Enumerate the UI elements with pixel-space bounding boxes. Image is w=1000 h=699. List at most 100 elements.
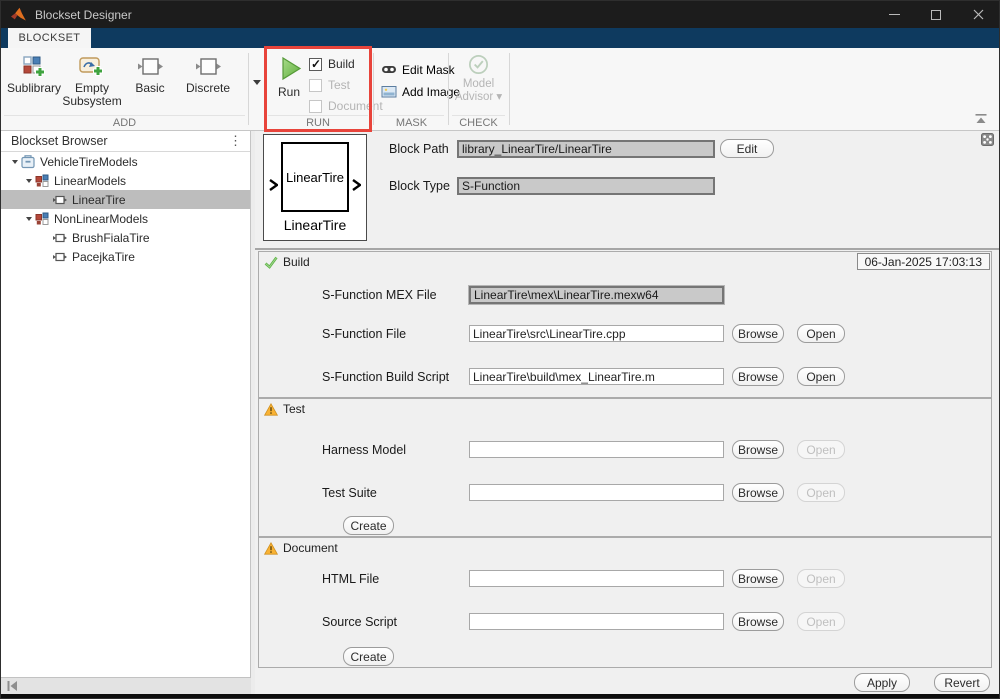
section-check: Model Advisor ▾ CHECK (449, 48, 508, 130)
sublibrary-label: Sublibrary (7, 82, 61, 95)
revert-button[interactable]: Revert (934, 673, 990, 692)
html-file-browse-button[interactable]: Browse (732, 569, 784, 588)
build-section: Build 06-Jan-2025 17:03:13 S-Function ME… (258, 251, 992, 398)
blockset-browser-title: Blockset Browser (11, 134, 108, 148)
tree-item-lineartire[interactable]: LinearTire (1, 190, 250, 209)
add-gallery-expand-button[interactable] (250, 48, 263, 116)
expand-arrow-icon[interactable] (23, 179, 35, 183)
build-checkbox-label: Build (328, 57, 355, 71)
edit-block-path-button[interactable]: Edit (720, 139, 774, 158)
empty-subsystem-button[interactable]: Empty Subsystem (63, 52, 121, 108)
mex-file-field: LinearTire\mex\LinearTire.mexw64 (469, 286, 724, 304)
harness-model-browse-button[interactable]: Browse (732, 440, 784, 459)
sublibrary-icon (35, 174, 49, 188)
build-script-open-button[interactable]: Open (797, 367, 845, 386)
test-suite-field[interactable] (469, 484, 724, 501)
maximize-button[interactable] (915, 1, 957, 28)
close-button[interactable] (957, 1, 999, 28)
tab-blockset[interactable]: BLOCKSET (8, 28, 91, 48)
harness-model-field[interactable] (469, 441, 724, 458)
create-document-button[interactable]: Create (343, 647, 394, 666)
sublibrary-button[interactable]: Sublibrary (5, 52, 63, 108)
tree-label: NonLinearModels (54, 212, 148, 226)
collapse-ribbon-button[interactable] (974, 112, 988, 124)
window-bottom-border (1, 694, 999, 698)
edit-mask-label: Edit Mask (402, 63, 455, 77)
section-mask-label: MASK (379, 115, 444, 129)
section-add: Sublibrary Empty Subsystem (1, 48, 248, 130)
source-script-browse-button[interactable]: Browse (732, 612, 784, 631)
harness-model-label: Harness Model (322, 443, 469, 457)
library-icon (21, 155, 35, 169)
build-timestamp: 06-Jan-2025 17:03:13 (857, 253, 990, 270)
ribbon-toolbar: Sublibrary Empty Subsystem (1, 48, 999, 131)
expand-arrow-icon[interactable] (23, 217, 35, 221)
source-script-open-button: Open (797, 612, 845, 631)
toolbar-divider (509, 53, 510, 125)
tree-item-nonlinearmodels[interactable]: NonLinearModels (1, 209, 250, 228)
apply-button[interactable]: Apply (854, 673, 910, 692)
minimize-button[interactable] (873, 1, 915, 28)
test-checkbox (309, 79, 322, 92)
test-checkbox-label: Test (328, 78, 350, 92)
source-script-field[interactable] (469, 613, 724, 630)
warning-icon (264, 403, 278, 416)
sfunction-file-open-button[interactable]: Open (797, 324, 845, 343)
basic-block-button[interactable]: Basic (121, 52, 179, 108)
tree-item-linearmodels[interactable]: LinearModels (1, 171, 250, 190)
sfunction-file-browse-button[interactable]: Browse (732, 324, 784, 343)
block-preview-text: LinearTire (286, 170, 344, 185)
test-section-title: Test (283, 402, 305, 416)
run-label: Run (278, 85, 300, 99)
basic-block-label: Basic (135, 82, 164, 95)
output-port-icon (352, 179, 361, 191)
section-run: Run Build Test Document RUN (265, 48, 371, 130)
panel-actions-icon[interactable] (981, 133, 994, 151)
discrete-block-label: Discrete (186, 82, 230, 95)
test-suite-browse-button[interactable]: Browse (732, 483, 784, 502)
sfunction-file-field[interactable] (469, 325, 724, 342)
mask-icon (381, 62, 397, 77)
discrete-block-button[interactable]: Discrete (179, 52, 237, 108)
divider (255, 248, 999, 250)
document-section: Document HTML File Browse Open Source Sc… (258, 537, 992, 668)
section-mask: Edit Mask Add Image MASK (376, 48, 447, 130)
create-test-button[interactable]: Create (343, 516, 394, 535)
edit-mask-button[interactable]: Edit Mask (381, 62, 455, 77)
html-file-field[interactable] (469, 570, 724, 587)
block-preview: LinearTire LinearTire (263, 134, 367, 241)
discrete-block-icon (194, 54, 222, 80)
minimize-icon (889, 14, 900, 15)
build-script-browse-button[interactable]: Browse (732, 367, 784, 386)
collapse-panel-icon[interactable] (5, 679, 19, 693)
tree-item-brushfialatire[interactable]: BrushFialaTire (1, 228, 250, 247)
input-port-icon (269, 179, 278, 191)
build-script-field[interactable] (469, 368, 724, 385)
test-suite-open-button: Open (797, 483, 845, 502)
model-advisor-caret-icon: ▾ (496, 91, 502, 103)
browser-menu-icon[interactable]: ⋮ (229, 136, 242, 146)
build-checkbox[interactable] (309, 58, 322, 71)
section-add-label: ADD (4, 115, 245, 129)
run-button[interactable]: Run (273, 55, 305, 99)
warning-icon (264, 542, 278, 555)
toolbar-divider (373, 53, 374, 125)
tree-label: LinearTire (72, 193, 126, 207)
html-file-open-button: Open (797, 569, 845, 588)
collapse-ribbon-icon (974, 113, 988, 125)
ribbon-tab-strip: BLOCKSET (1, 28, 999, 48)
document-section-title: Document (283, 541, 338, 555)
model-advisor-label-line2: Advisor (455, 91, 493, 103)
mex-file-label: S-Function MEX File (322, 288, 469, 302)
empty-subsystem-label: Empty Subsystem (62, 82, 121, 108)
build-script-label: S-Function Build Script (322, 370, 469, 384)
expand-arrow-icon[interactable] (9, 160, 21, 164)
close-icon (973, 9, 984, 20)
tree-label: LinearModels (54, 174, 126, 188)
block-preview-caption: LinearTire (264, 217, 366, 233)
tree-item-vehicletiremodels[interactable]: VehicleTireModels (1, 152, 250, 171)
run-icon (276, 55, 303, 82)
harness-model-open-button: Open (797, 440, 845, 459)
section-run-label: RUN (268, 115, 368, 129)
tree-item-pacejkatire[interactable]: PacejkaTire (1, 247, 250, 266)
